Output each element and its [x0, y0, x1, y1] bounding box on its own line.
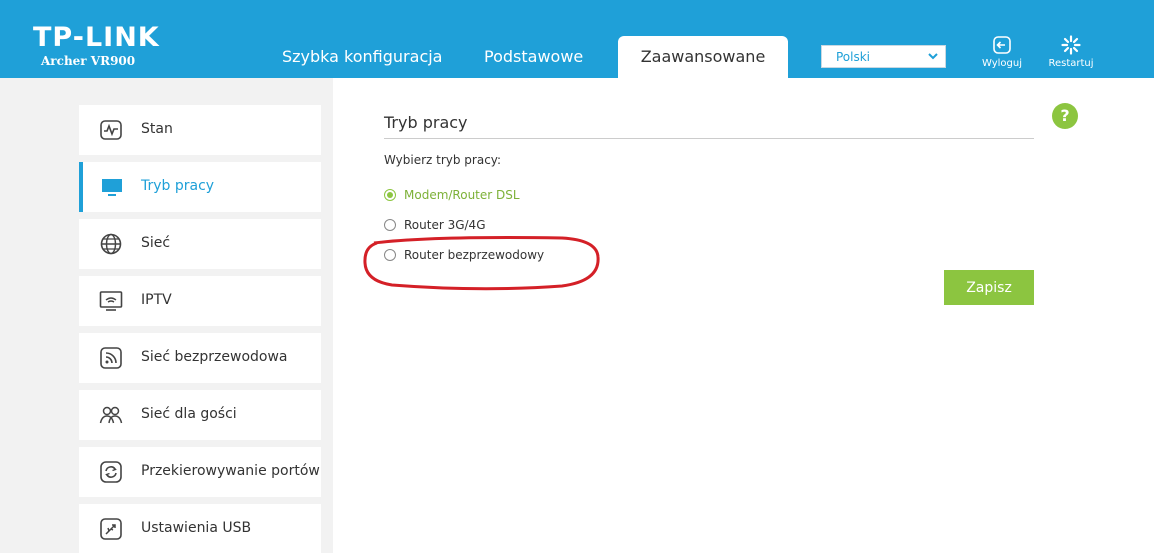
sidebar-item-guest-network[interactable]: Sieć dla gości [79, 390, 321, 440]
sidebar-item-status[interactable]: Stan [79, 105, 321, 155]
restart-spinner-icon [1061, 35, 1081, 55]
sidebar-item-usb-settings[interactable]: Ustawienia USB [79, 504, 321, 553]
mode-prompt: Wybierz tryb pracy: [384, 153, 502, 167]
sidebar-item-label: Sieć dla gości [141, 406, 237, 422]
tab-basic[interactable]: Podstawowe [484, 36, 583, 78]
sidebar-item-network[interactable]: Sieć [79, 219, 321, 269]
sidebar-item-label: Sieć [141, 235, 171, 251]
help-button[interactable]: ? [1052, 103, 1078, 129]
radio-button[interactable] [384, 219, 396, 231]
logout-button[interactable]: Wyloguj [976, 35, 1028, 69]
radio-label: Router 3G/4G [404, 218, 486, 232]
sidebar-item-label: Sieć bezprzewodowa [141, 349, 288, 365]
tv-icon [99, 291, 123, 311]
sidebar-item-operation-mode[interactable]: Tryb pracy [79, 162, 321, 212]
title-divider [384, 138, 1034, 139]
sidebar-item-wireless[interactable]: Sieć bezprzewodowa [79, 333, 321, 383]
radio-label: Modem/Router DSL [404, 188, 520, 202]
guests-icon [99, 406, 123, 424]
sidebar-item-label: Przekierowywanie portów [141, 463, 320, 479]
radio-button[interactable] [384, 189, 396, 201]
language-select[interactable]: Polski [821, 45, 946, 68]
tab-quick-setup[interactable]: Szybka konfiguracja [282, 36, 442, 78]
top-header: TP-LINK Archer VR900 Szybka konfiguracja… [0, 0, 1154, 78]
sidebar-item-label: Ustawienia USB [141, 520, 252, 536]
page-title: Tryb pracy [384, 113, 468, 132]
chevron-down-icon [928, 53, 938, 60]
sidebar-item-iptv[interactable]: IPTV [79, 276, 321, 326]
port-forward-icon [100, 461, 122, 483]
logout-label: Wyloguj [982, 58, 1022, 69]
sidebar-item-port-forwarding[interactable]: Przekierowywanie portów [79, 447, 321, 497]
restart-label: Restartuj [1048, 58, 1094, 69]
sidebar-item-label: IPTV [141, 292, 172, 308]
status-chart-icon [100, 120, 122, 140]
usb-icon [100, 518, 122, 540]
model-name: Archer VR900 [41, 54, 136, 68]
restart-button[interactable]: Restartuj [1045, 35, 1097, 69]
save-button[interactable]: Zapisz [944, 270, 1034, 305]
brand-logo: TP-LINK [33, 22, 160, 53]
red-annotation-circle [363, 236, 600, 291]
sidebar-item-label: Stan [141, 121, 173, 137]
tab-advanced[interactable]: Zaawansowane [618, 36, 788, 78]
wireless-icon [100, 347, 122, 369]
main-content: ? Tryb pracy Wybierz tryb pracy: Modem/R… [333, 78, 1154, 553]
language-selected: Polski [836, 50, 871, 64]
globe-icon [100, 233, 122, 255]
monitor-icon [102, 179, 122, 196]
sidebar-item-label: Tryb pracy [141, 178, 215, 194]
logout-icon [993, 36, 1011, 54]
